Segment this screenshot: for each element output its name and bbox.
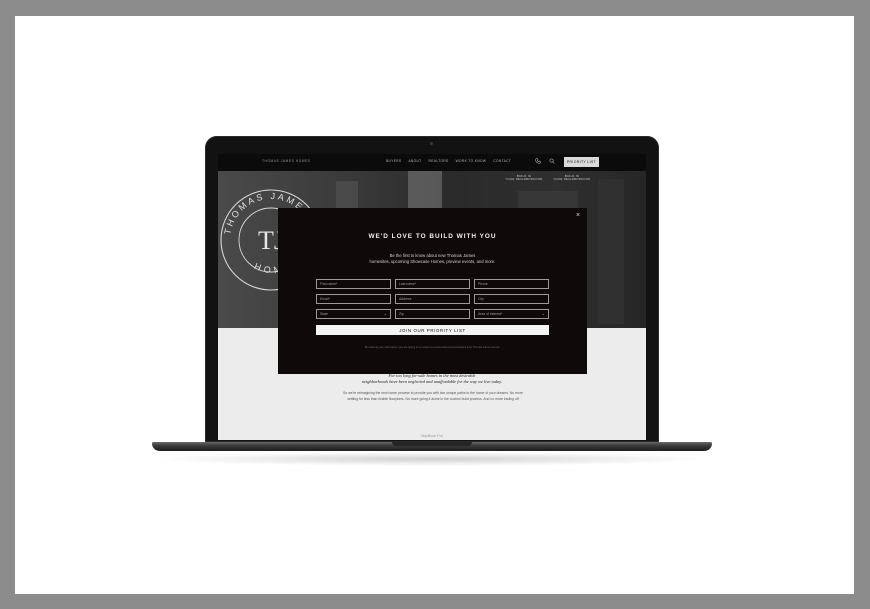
nav-link-realtors[interactable]: REALTORS (429, 159, 449, 163)
nav-link-buyers[interactable]: BUYERS (386, 159, 402, 163)
laptop-lid: THOMAS JAMES HOMES BUYERS ABOUT REALTORS… (205, 136, 659, 442)
address-field[interactable]: Address (395, 294, 470, 304)
priority-list-modal: × WE'D LOVE TO BUILD WITH YOU Be the fir… (278, 208, 587, 374)
site-brand[interactable]: THOMAS JAMES HOMES (262, 159, 311, 163)
close-icon[interactable]: × (576, 212, 580, 219)
intro-line: neighborhoods have been neglected and un… (361, 379, 503, 384)
site-nav-links: BUYERS ABOUT REALTORS WORK TO KNOW CONTA… (386, 159, 511, 163)
city-field[interactable]: City (474, 294, 549, 304)
hero-tag-left[interactable]: BUILD IN YOUR NEIGHBORHOOD (502, 174, 546, 182)
modal-subtitle: Be the first to know about new Thomas Ja… (328, 253, 537, 265)
last-name-field[interactable]: Last name* (395, 279, 470, 289)
area-of-interest-select[interactable]: Area of interest* ⌄ (474, 309, 549, 319)
state-select-label: State (320, 312, 328, 316)
zip-field[interactable]: Zip (395, 309, 470, 319)
area-select-label: Area of interest* (478, 312, 503, 316)
laptop-shadow (150, 452, 712, 466)
nav-link-contact[interactable]: CONTACT (493, 159, 511, 163)
hero-tag-right[interactable]: BUILD IN YOUR NEIGHBORHOOD (550, 174, 594, 182)
intro-statement: For too long for-sale homes in the most … (278, 373, 586, 385)
join-priority-list-button[interactable]: JOIN OUR PRIORITY LIST (316, 325, 549, 335)
camera-icon (430, 142, 433, 145)
state-select[interactable]: State ⌄ (316, 309, 391, 319)
phone-icon[interactable] (535, 158, 541, 164)
hero-pillar-shape (598, 179, 624, 324)
laptop-model-label: MacBook Pro (421, 434, 443, 438)
search-icon[interactable] (549, 158, 555, 164)
modal-title: WE'D LOVE TO BUILD WITH YOU (368, 233, 497, 240)
hero-tag-line: YOUR NEIGHBORHOOD (505, 177, 543, 182)
nav-link-work-to-know[interactable]: WORK TO KNOW (456, 159, 487, 163)
modal-subtitle-line: homesites, upcoming Showcase Homes, prev… (369, 259, 496, 265)
chevron-down-icon: ⌄ (541, 311, 545, 316)
priority-list-button[interactable]: PRIORITY LIST (564, 157, 599, 167)
nav-link-about[interactable]: ABOUT (409, 159, 422, 163)
site-header: THOMAS JAMES HOMES BUYERS ABOUT REALTORS… (218, 154, 646, 171)
chevron-down-icon: ⌄ (383, 311, 387, 316)
email-field[interactable]: Email* (316, 294, 391, 304)
laptop-notch (392, 442, 472, 446)
body-line: settling for less than livable floorplan… (347, 397, 519, 402)
legal-disclaimer: By entering your information, you are op… (364, 346, 501, 349)
hero-tag-line: YOUR NEIGHBORHOOD (553, 177, 591, 182)
intro-body: So we're reimagining the new home proces… (274, 390, 592, 403)
phone-field[interactable]: Phone (474, 279, 549, 289)
laptop-base: MacBook Pro (152, 434, 712, 451)
laptop-screen: THOMAS JAMES HOMES BUYERS ABOUT REALTORS… (218, 154, 646, 440)
first-name-field[interactable]: First name* (316, 279, 391, 289)
